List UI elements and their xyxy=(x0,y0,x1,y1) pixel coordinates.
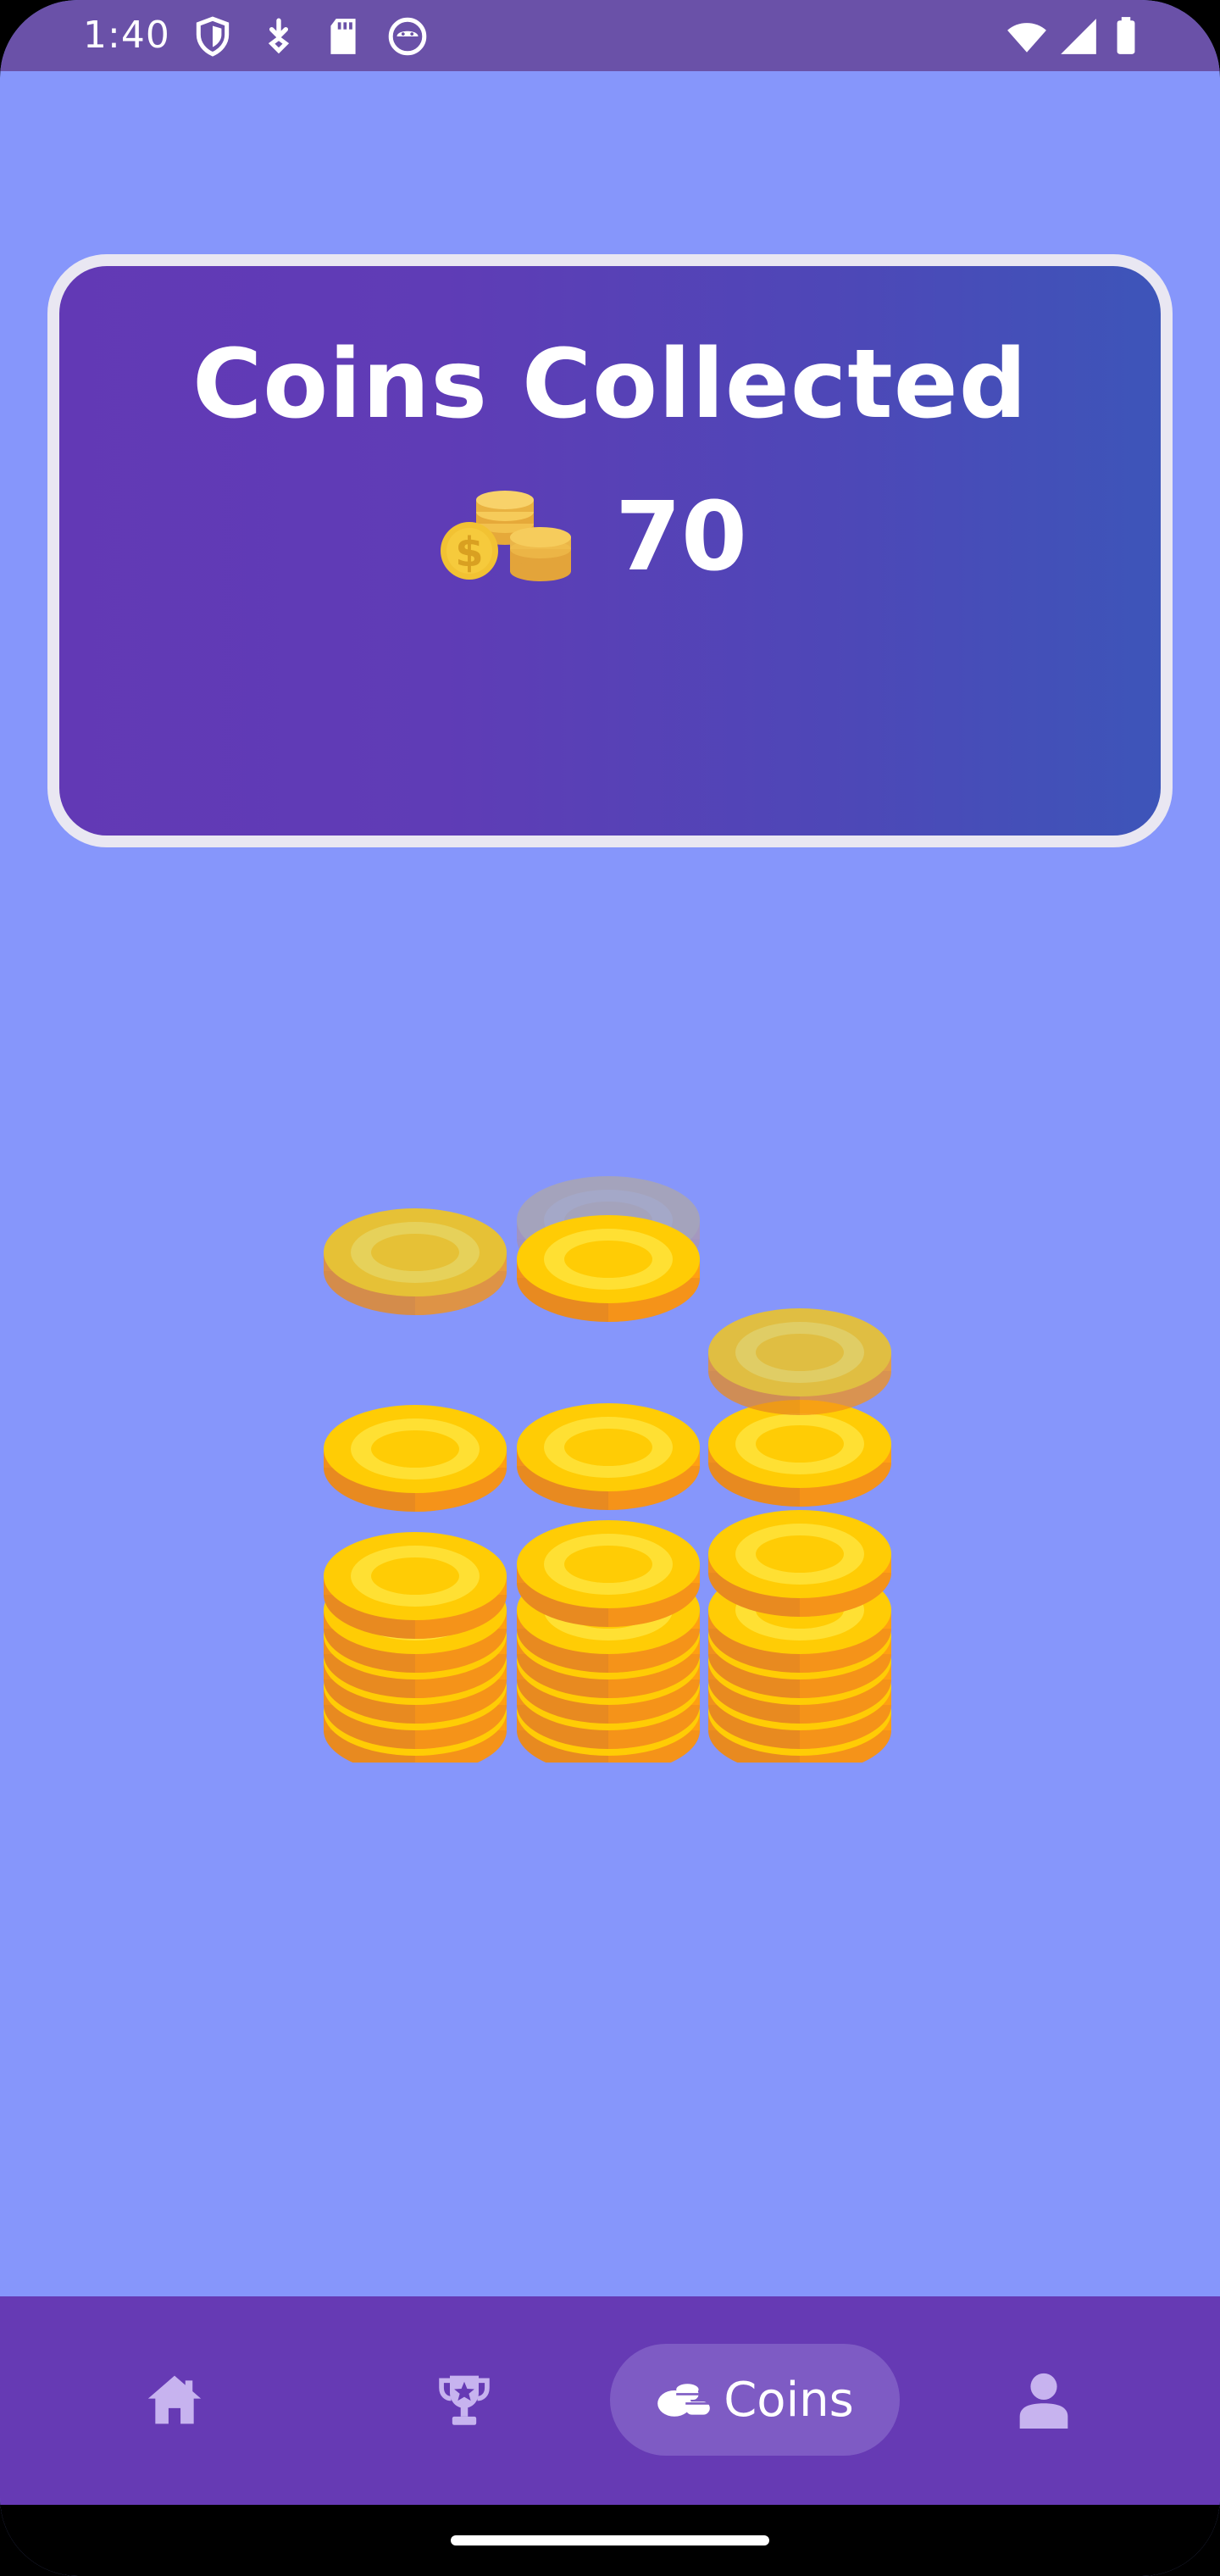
svg-text:$: $ xyxy=(455,529,483,576)
nav-item-coins-label: Coins xyxy=(724,2372,854,2428)
nav-item-profile[interactable] xyxy=(988,2344,1100,2456)
coin-count: 70 xyxy=(615,482,747,592)
gesture-handle[interactable] xyxy=(451,2535,769,2545)
signal-icon xyxy=(1061,19,1096,54)
wifi-icon xyxy=(1007,23,1046,53)
coin-pile-right xyxy=(708,1308,891,1763)
system-gesture-bar xyxy=(0,2505,1220,2576)
coins-icon xyxy=(657,2384,711,2417)
home-icon xyxy=(147,2375,202,2424)
person-icon xyxy=(1019,2373,1068,2429)
battery-icon xyxy=(1117,17,1135,54)
app-screen: 1:40 Coins Collected $ 70 Coins xyxy=(0,0,1220,2576)
download-icon xyxy=(268,18,290,54)
sd-card-icon xyxy=(330,19,356,54)
android-face-icon xyxy=(388,17,427,56)
coins-collected-card: Coins Collected $ 70 xyxy=(47,254,1173,847)
trophy-icon xyxy=(439,2375,490,2425)
nav-item-coins[interactable]: Coins xyxy=(610,2344,900,2456)
coin-pile-middle xyxy=(517,1176,700,1763)
status-bar: 1:40 xyxy=(0,0,1220,71)
status-time: 1:40 xyxy=(83,14,170,57)
shield-icon xyxy=(196,16,230,57)
coin-pile-left xyxy=(324,1208,507,1763)
nav-item-trophy[interactable] xyxy=(408,2344,520,2456)
card-title: Coins Collected xyxy=(192,330,1028,440)
coins-stack-icon: $ xyxy=(441,491,572,581)
coin-count-row: $ 70 xyxy=(59,478,1161,597)
nav-item-home[interactable] xyxy=(119,2344,230,2456)
bottom-navigation: Coins xyxy=(0,2296,1220,2505)
coin-piles-illustration xyxy=(324,1176,891,1763)
